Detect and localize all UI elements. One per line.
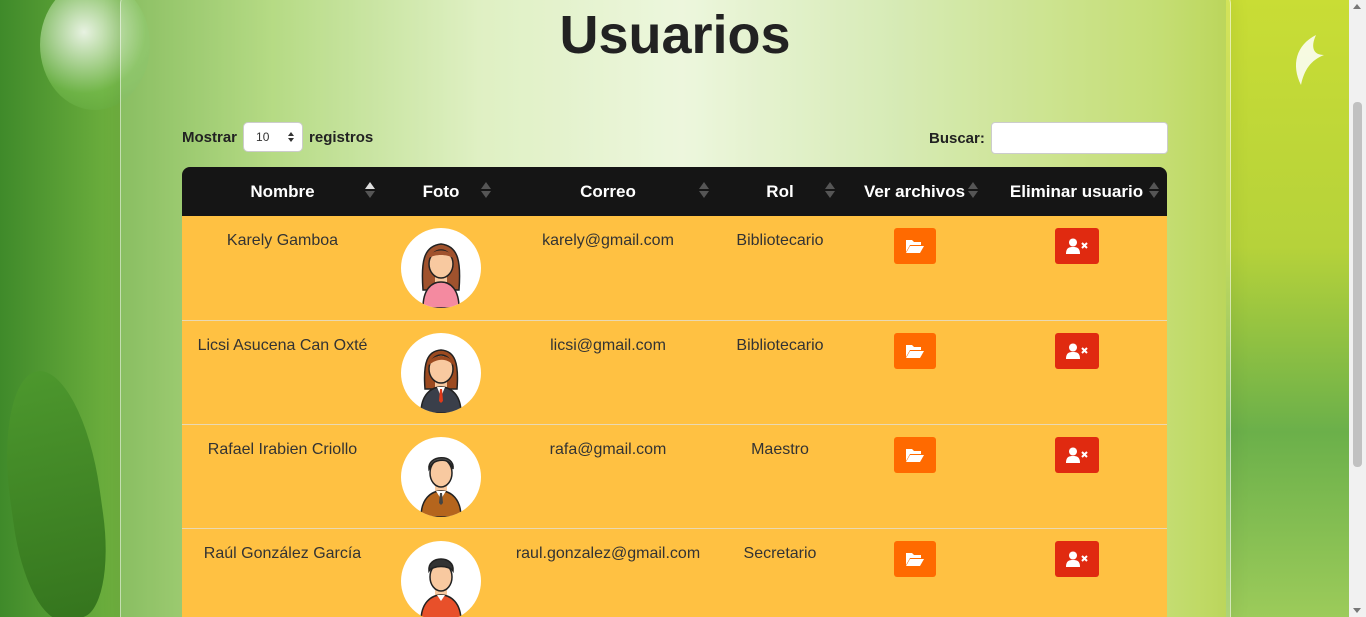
user-times-icon	[1065, 343, 1088, 359]
delete-user-button[interactable]	[1054, 228, 1099, 264]
sort-icon	[699, 182, 709, 198]
user-name: Rafael Irabien Criollo	[207, 440, 358, 458]
user-name: Karely Gamboa	[226, 232, 339, 249]
folder-open-icon	[905, 448, 924, 462]
delete-user-button[interactable]	[1054, 436, 1099, 473]
user-times-icon	[1065, 447, 1088, 463]
folder-open-icon	[905, 240, 924, 253]
female-avatar-icon	[401, 228, 481, 308]
select-arrows-icon	[288, 132, 295, 142]
column-header-correo[interactable]: Correo	[499, 167, 717, 216]
sort-icon	[1149, 182, 1159, 198]
delete-user-button[interactable]	[1054, 540, 1099, 577]
show-label: Mostrar	[182, 128, 238, 146]
records-label: registros	[309, 128, 374, 146]
female-business-avatar-icon	[401, 332, 481, 413]
view-files-button[interactable]	[893, 540, 936, 577]
delete-user-button[interactable]	[1054, 332, 1099, 369]
sort-icon	[825, 182, 835, 198]
page-title: Usuarios	[559, 5, 791, 65]
view-files-button[interactable]	[893, 436, 936, 473]
users-table: Nombre Foto Correo Rol Ver archivos Elim…	[182, 167, 1167, 617]
user-times-icon	[1065, 551, 1088, 567]
search-control: Buscar:	[929, 122, 1168, 154]
vertical-scrollbar[interactable]	[1349, 0, 1366, 617]
table-row: Raúl González García raul.gonzalez@gmail…	[182, 528, 1167, 617]
user-role: Bibliotecario	[736, 232, 824, 249]
user-name: Raúl González García	[203, 544, 362, 562]
search-label: Buscar:	[929, 129, 985, 147]
column-header-eliminar-usuario[interactable]: Eliminar usuario	[986, 167, 1167, 216]
sort-icon	[481, 182, 491, 198]
column-header-ver-archivos[interactable]: Ver archivos	[843, 167, 986, 216]
table-row: Rafael Irabien Criollo rafa@gmail.com Ma…	[182, 424, 1167, 528]
user-email: karely@gmail.com	[542, 232, 674, 249]
column-header-foto[interactable]: Foto	[383, 167, 499, 216]
page-size-value: 10	[256, 130, 270, 144]
sort-icon	[365, 182, 375, 198]
table-row: Licsi Asucena Can Oxté licsi@gmail.com B…	[182, 320, 1167, 424]
page-size-control: Mostrar 10 registros	[182, 122, 373, 152]
table-header-row: Nombre Foto Correo Rol Ver archivos Elim…	[182, 167, 1167, 216]
scroll-up-icon[interactable]	[1353, 4, 1361, 9]
folder-open-icon	[905, 552, 924, 566]
column-header-rol[interactable]: Rol	[717, 167, 843, 216]
folder-open-icon	[905, 344, 924, 358]
user-name: Licsi Asucena Can Oxté	[197, 336, 368, 354]
view-files-button[interactable]	[893, 228, 936, 264]
table-row: Karely Gamboa karely@gmail.com Bibliotec…	[182, 216, 1167, 320]
male-avatar-icon	[401, 540, 481, 617]
user-email: rafa@gmail.com	[549, 440, 667, 458]
user-role: Maestro	[751, 440, 809, 458]
user-email: licsi@gmail.com	[550, 336, 666, 354]
male-business-avatar-icon	[401, 436, 481, 517]
page-size-select[interactable]: 10	[243, 122, 304, 152]
search-input[interactable]	[990, 122, 1168, 154]
sort-icon	[968, 182, 978, 198]
user-email: raul.gonzalez@gmail.com	[515, 544, 701, 562]
view-files-button[interactable]	[893, 332, 936, 369]
scrollbar-thumb[interactable]	[1353, 102, 1362, 467]
background-leaf	[0, 364, 117, 617]
user-role: Secretario	[743, 544, 817, 562]
user-times-icon	[1065, 238, 1088, 254]
scroll-down-icon[interactable]	[1353, 608, 1361, 613]
user-role: Bibliotecario	[736, 336, 824, 354]
background-right-panel	[1226, 0, 1366, 617]
column-header-nombre[interactable]: Nombre	[182, 167, 383, 216]
